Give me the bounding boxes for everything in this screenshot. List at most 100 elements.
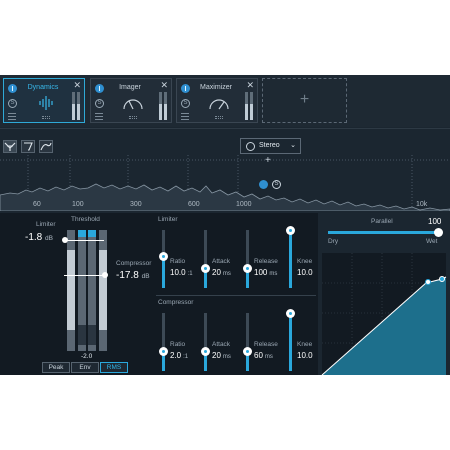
param-value-number: 60 [254, 351, 263, 360]
freq-label: 1000 [236, 201, 252, 208]
slider-knob[interactable] [159, 346, 168, 356]
band-solo-icon[interactable]: S [272, 180, 281, 189]
dots-icon [42, 116, 50, 119]
limiter-threshold-label: Limiter [36, 221, 56, 228]
param-value-number: 2.0 [170, 351, 182, 360]
compressor-threshold-line [64, 275, 104, 276]
add-module-slot[interactable]: + [262, 78, 347, 123]
limiter-threshold-readout[interactable]: -1.8 dB [25, 232, 53, 243]
add-band-icon[interactable]: + [265, 155, 271, 166]
ratio-slider[interactable] [159, 313, 168, 371]
maximizer-gauge-icon [209, 99, 229, 110]
param-value[interactable]: 2.0:1 [170, 351, 188, 360]
param-value[interactable]: 20 ms [212, 351, 231, 360]
release-slider[interactable] [243, 230, 252, 288]
parallel-label: Parallel [371, 218, 393, 225]
slider-knob[interactable] [286, 309, 295, 318]
param-name: Knee [297, 258, 313, 265]
eq-curve-icon [24, 142, 33, 151]
module-meter-left [245, 92, 248, 120]
power-icon[interactable] [181, 84, 190, 93]
plus-icon: + [299, 91, 310, 108]
knee-slider[interactable] [286, 309, 295, 371]
channel-mode-label: Stereo [259, 142, 280, 149]
param-value[interactable]: 10.0:1 [170, 268, 193, 277]
detection-env-button[interactable]: Env [71, 362, 99, 373]
param-name: Ratio [170, 258, 186, 265]
input-meter-left [67, 230, 75, 351]
param-name: Release [254, 341, 278, 348]
band-power-icon[interactable] [259, 180, 268, 189]
unit-label: dB [141, 273, 150, 280]
power-icon[interactable] [8, 84, 17, 93]
param-value[interactable]: 20 ms [212, 268, 231, 277]
divider [0, 128, 450, 129]
slider-knob[interactable] [243, 263, 252, 273]
close-icon[interactable]: ✕ [246, 80, 254, 91]
param-value[interactable]: 100 ms [254, 268, 277, 277]
limiter-section-label: Limiter [158, 216, 178, 223]
gr-meter-right [88, 230, 96, 351]
crossover-mode-button[interactable] [3, 140, 17, 153]
detection-rms-button[interactable]: RMS [100, 362, 128, 373]
module-meter-right [164, 92, 167, 120]
detection-peak-button[interactable]: Peak [42, 362, 70, 373]
input-meter-right [99, 230, 107, 351]
ozone-plugin-window: S Dynamics ✕ S Imager ✕ S Maximizer ✕ + … [0, 75, 450, 375]
list-icon[interactable] [8, 113, 16, 120]
transfer-curve-graph[interactable] [318, 253, 450, 375]
module-meter-left [159, 92, 162, 120]
module-maximizer[interactable]: S Maximizer ✕ [176, 78, 258, 123]
close-icon[interactable]: ✕ [73, 80, 81, 91]
param-name: Release [254, 258, 278, 265]
freq-label: 60 [33, 201, 41, 208]
attack-slider[interactable] [201, 313, 210, 371]
attack-slider[interactable] [201, 230, 210, 288]
spectrum-curve-mode-button[interactable] [39, 140, 53, 153]
close-icon[interactable]: ✕ [160, 80, 168, 91]
knee-slider[interactable] [286, 226, 295, 288]
section-divider [156, 295, 316, 296]
release-slider[interactable] [243, 313, 252, 371]
parallel-value: 100 [428, 217, 442, 226]
module-title: Dynamics [27, 84, 59, 91]
slider-fill [289, 313, 292, 371]
parallel-slider-knob[interactable] [434, 228, 443, 237]
module-imager[interactable]: S Imager ✕ [90, 78, 172, 123]
slider-knob[interactable] [159, 252, 168, 262]
solo-icon[interactable]: S [181, 99, 190, 108]
unit-label: dB [45, 235, 53, 242]
param-value[interactable]: 10.0 [297, 268, 315, 277]
compressor-threshold-readout[interactable]: -17.8 dB [116, 270, 150, 281]
list-icon[interactable] [95, 113, 103, 120]
waveform-icon [39, 96, 53, 110]
limiter-threshold-handle[interactable] [62, 237, 68, 243]
list-icon[interactable] [181, 113, 189, 120]
compressor-threshold-handle[interactable] [102, 272, 108, 278]
imager-gauge-icon [123, 99, 143, 110]
slider-knob[interactable] [201, 263, 210, 273]
slider-knob[interactable] [201, 346, 210, 356]
solo-icon[interactable]: S [8, 99, 17, 108]
gr-meter-cap-left [78, 230, 86, 237]
module-meter-right [77, 92, 80, 120]
power-icon[interactable] [95, 84, 104, 93]
param-value[interactable]: 10.0 [297, 351, 315, 360]
unit-label: ms [264, 354, 273, 360]
dry-label: Dry [328, 238, 339, 245]
param-name: Attack [212, 258, 231, 265]
slider-knob[interactable] [286, 226, 295, 235]
channel-mode-dropdown[interactable]: Stereo ⌄ [240, 138, 301, 154]
parallel-slider[interactable] [328, 228, 443, 237]
display-toolbar: Stereo ⌄ [0, 137, 450, 155]
spectrum-graph [0, 155, 450, 211]
spectrum-display[interactable]: 60 100 300 600 1000 10k + S [0, 155, 450, 211]
param-value[interactable]: 60 ms [254, 351, 273, 360]
slider-knob[interactable] [243, 346, 252, 356]
eq-curve-mode-button[interactable] [21, 140, 35, 153]
module-dynamics[interactable]: S Dynamics ✕ [3, 78, 85, 123]
stereo-rings-icon [246, 142, 255, 151]
solo-icon[interactable]: S [95, 99, 104, 108]
ratio-slider[interactable] [159, 230, 168, 288]
wet-label: Wet [426, 238, 438, 245]
